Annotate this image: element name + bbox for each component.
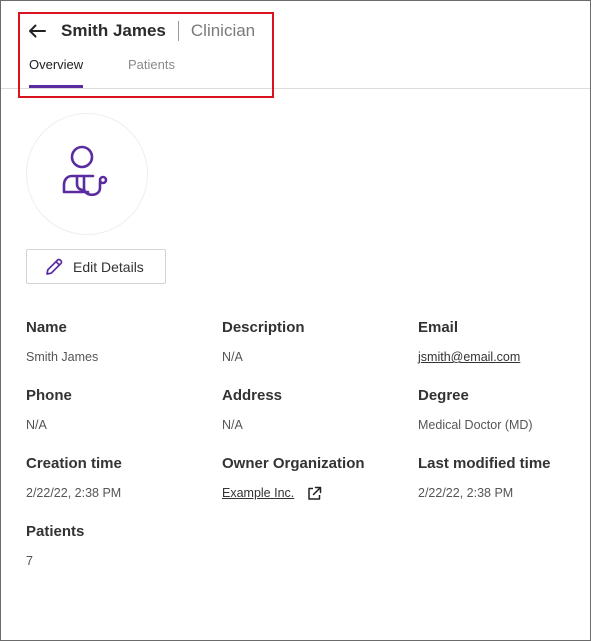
tab-overview[interactable]: Overview xyxy=(29,57,84,88)
field-value-wrap: jsmith@email.com xyxy=(418,348,583,366)
field-label: Degree xyxy=(418,387,469,404)
field-label: Description xyxy=(222,319,305,336)
pencil-icon xyxy=(43,256,65,278)
field-label: Creation time xyxy=(26,455,122,472)
page-title: Smith James Clinician xyxy=(61,20,255,42)
field-value: 2/22/22, 2:38 PM xyxy=(418,486,514,500)
field-value: 2/22/22, 2:38 PM xyxy=(26,486,122,500)
title-divider xyxy=(177,21,179,41)
field-description: Description N/A xyxy=(222,318,412,366)
clinician-role-title: Clinician xyxy=(190,21,256,40)
field-name: Name Smith James xyxy=(26,318,216,366)
field-owner-organization: Owner Organization Example Inc. xyxy=(222,454,412,502)
clinician-detail-panel: Smith James Clinician Overview Patients … xyxy=(0,0,591,641)
email-link[interactable]: jsmith@email.com xyxy=(418,350,520,364)
field-value: Smith James xyxy=(26,350,99,364)
arrow-left-icon xyxy=(29,24,46,38)
field-patients: Patients 7 xyxy=(26,522,216,570)
clinician-stethoscope-icon xyxy=(62,145,108,197)
field-label: Email xyxy=(418,319,459,336)
field-label: Address xyxy=(222,387,283,404)
field-label: Last modified time xyxy=(418,455,551,472)
field-phone: Phone N/A xyxy=(26,386,216,434)
field-value: N/A xyxy=(26,418,47,432)
field-creation-time: Creation time 2/22/22, 2:38 PM xyxy=(26,454,216,502)
field-degree: Degree Medical Doctor (MD) xyxy=(418,386,583,434)
field-value: N/A xyxy=(222,418,243,432)
field-value: 7 xyxy=(26,554,33,568)
owner-org-link[interactable]: Example Inc. xyxy=(222,484,294,502)
field-label: Owner Organization xyxy=(222,455,365,472)
field-address: Address N/A xyxy=(222,386,412,434)
field-value: N/A xyxy=(222,350,243,364)
tab-patients[interactable]: Patients xyxy=(128,57,175,88)
field-email: Email jsmith@email.com xyxy=(418,318,583,366)
back-button[interactable] xyxy=(25,19,49,43)
clinician-name-title: Smith James xyxy=(61,21,166,40)
page-header: Smith James Clinician Overview Patients xyxy=(1,1,590,89)
field-value: Medical Doctor (MD) xyxy=(418,418,533,432)
edit-details-label: Edit Details xyxy=(73,258,144,275)
avatar xyxy=(26,113,148,235)
field-last-modified-time: Last modified time 2/22/22, 2:38 PM xyxy=(418,454,583,502)
owner-org-row: Example Inc. xyxy=(222,484,412,502)
field-label: Patients xyxy=(26,523,85,540)
external-link-icon[interactable] xyxy=(306,485,322,501)
field-label: Phone xyxy=(26,387,72,404)
edit-details-button[interactable]: Edit Details xyxy=(26,249,166,284)
field-label: Name xyxy=(26,319,67,336)
